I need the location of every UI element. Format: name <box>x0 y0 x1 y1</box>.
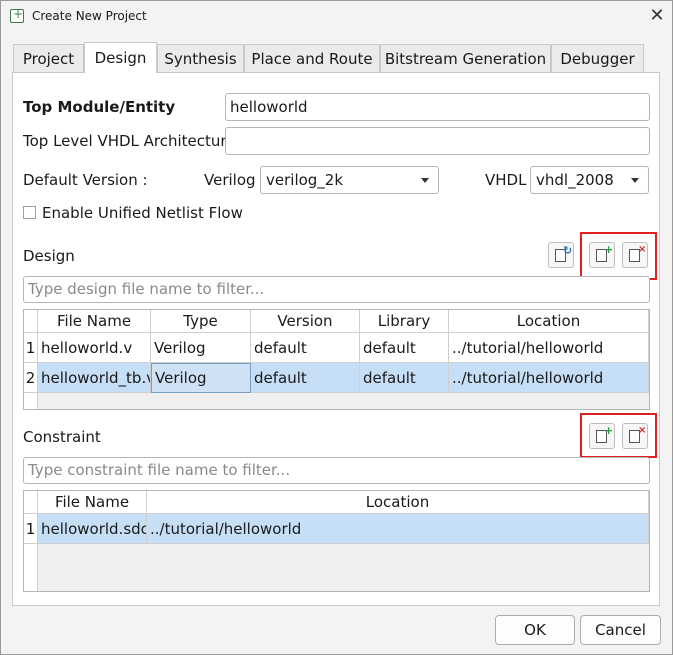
constraint-section-label: Constraint <box>23 428 101 446</box>
column-header-location[interactable]: Location <box>449 310 649 333</box>
cancel-button[interactable]: Cancel <box>580 615 661 645</box>
table-cell-version[interactable]: default <box>251 363 360 393</box>
table-cell-file[interactable]: helloworld.sdc <box>38 514 147 544</box>
chevron-down-icon <box>631 178 639 183</box>
tab-debugger[interactable]: Debugger <box>551 44 644 72</box>
unified-netlist-label[interactable]: Enable Unified Netlist Flow <box>42 204 243 222</box>
table-cell-location[interactable]: ../tutorial/helloworld <box>147 514 649 544</box>
top-module-label: Top Module/Entity <box>23 98 176 116</box>
tab-bitstream-generation[interactable]: Bitstream Generation <box>380 44 551 72</box>
window-title: Create New Project <box>32 9 147 23</box>
row-number: 1 <box>24 333 38 363</box>
ok-button[interactable]: OK <box>495 615 575 645</box>
chevron-down-icon <box>421 178 429 183</box>
app-icon <box>10 7 24 23</box>
table-cell-location[interactable]: ../tutorial/helloworld <box>449 333 649 363</box>
table-cell-file[interactable]: helloworld_tb.v <box>38 363 151 393</box>
vhdl-version-select[interactable]: vhdl_2008 <box>530 166 649 194</box>
tab-place-and-route[interactable]: Place and Route <box>244 44 380 72</box>
table-cell-library[interactable]: default <box>360 333 449 363</box>
highlight-box-design <box>580 232 657 280</box>
tab-project[interactable]: Project <box>13 44 84 72</box>
verilog-version-select[interactable]: verilog_2k <box>260 166 439 194</box>
row-number-filler <box>24 393 38 409</box>
top-vhdl-arch-label: Top Level VHDL Architecture <box>23 132 236 150</box>
column-header-file-name[interactable]: File Name <box>38 310 151 333</box>
table-cell-library[interactable]: default <box>360 363 449 393</box>
table-cell-location[interactable]: ../tutorial/helloworld <box>449 363 649 393</box>
table-corner <box>24 310 38 333</box>
constraint-files-table: File Name Location 1 helloworld.sdc ../t… <box>23 490 650 592</box>
default-version-label: Default Version : <box>23 171 148 189</box>
column-header-type[interactable]: Type <box>151 310 251 333</box>
refresh-design-button[interactable]: ↻ <box>548 242 574 268</box>
column-header-location[interactable]: Location <box>147 491 649 514</box>
top-module-input[interactable]: helloworld <box>225 93 650 121</box>
unified-netlist-checkbox[interactable] <box>23 206 36 219</box>
row-number: 1 <box>24 514 38 544</box>
refresh-icon: ↻ <box>563 244 573 257</box>
table-cell-type[interactable]: Verilog <box>151 333 251 363</box>
column-header-version[interactable]: Version <box>251 310 360 333</box>
tab-synthesis[interactable]: Synthesis <box>157 44 244 72</box>
tab-design[interactable]: Design <box>84 42 157 73</box>
close-icon[interactable]: ✕ <box>645 5 669 29</box>
highlight-box-constraint <box>580 413 657 458</box>
table-corner <box>24 491 38 514</box>
row-number: 2 <box>24 363 38 393</box>
constraint-filter-input[interactable]: Type constraint file name to filter... <box>23 457 650 484</box>
table-cell-type[interactable]: Verilog <box>151 363 251 393</box>
column-header-file-name[interactable]: File Name <box>38 491 147 514</box>
design-files-table: File Name Type Version Library Location … <box>23 309 650 410</box>
verilog-label: Verilog <box>204 171 256 189</box>
column-header-library[interactable]: Library <box>360 310 449 333</box>
design-section-label: Design <box>23 247 75 265</box>
table-cell-file[interactable]: helloworld.v <box>38 333 151 363</box>
vhdl-version-value: vhdl_2008 <box>536 171 614 189</box>
row-number-filler <box>24 544 38 591</box>
design-filter-input[interactable]: Type design file name to filter... <box>23 276 650 303</box>
vhdl-label: VHDL <box>485 171 527 189</box>
title-bar: Create New Project ✕ <box>1 1 672 33</box>
table-cell-version[interactable]: default <box>251 333 360 363</box>
verilog-version-value: verilog_2k <box>266 171 344 189</box>
top-vhdl-arch-input[interactable] <box>225 127 650 155</box>
